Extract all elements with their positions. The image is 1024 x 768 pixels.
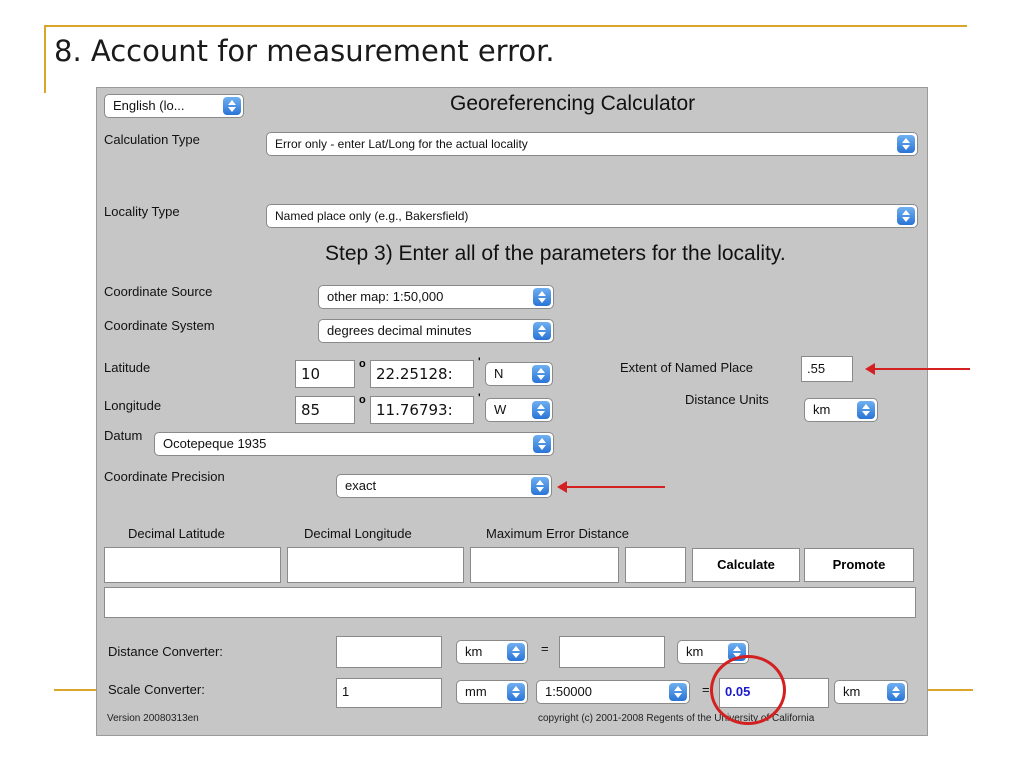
decimal-latitude-output[interactable] [104, 547, 281, 583]
slide-title: 8. Account for measurement error. [54, 34, 555, 68]
scale-ratio-select[interactable]: 1:50000 [536, 680, 690, 704]
app-title: Georeferencing Calculator [450, 92, 696, 115]
locality-type-select[interactable]: Named place only (e.g., Bakersfield) [266, 204, 918, 228]
coordinate-source-label: Coordinate Source [104, 284, 213, 299]
distance-converter-output[interactable] [559, 636, 665, 668]
scale-input-unit-select[interactable]: mm [456, 680, 528, 704]
coordinate-system-select[interactable]: degrees decimal minutes [318, 319, 554, 343]
scale-result-unit-select[interactable]: km [834, 680, 908, 704]
latitude-direction-select[interactable]: N [485, 362, 553, 386]
extent-label: Extent of Named Place [620, 360, 753, 375]
title-left-rule [44, 25, 46, 93]
red-arrow-precision [557, 481, 665, 493]
select-arrows-icon [507, 643, 525, 661]
select-arrows-icon [223, 97, 241, 115]
distance-units-label: Distance Units [685, 392, 769, 407]
select-arrows-icon [533, 435, 551, 453]
calculate-button[interactable]: Calculate [692, 548, 800, 582]
select-arrows-icon [532, 365, 550, 383]
step-heading: Step 3) Enter all of the parameters for … [325, 242, 786, 265]
select-arrows-icon [669, 683, 687, 701]
coordinate-precision-select[interactable]: exact [336, 474, 552, 498]
scale-converter-label: Scale Converter: [108, 682, 205, 697]
max-error-output[interactable] [470, 547, 619, 583]
distance-converter-input[interactable] [336, 636, 442, 668]
red-circle-scale-result [710, 655, 786, 725]
select-arrows-icon [897, 207, 915, 225]
bottom-rule-left [54, 689, 96, 691]
select-arrows-icon [507, 683, 525, 701]
version-text: Version 20080313en [107, 713, 199, 724]
equals-sign: = [702, 682, 710, 697]
longitude-label: Longitude [104, 398, 162, 413]
longitude-direction-select[interactable]: W [485, 398, 553, 422]
coordinate-source-select[interactable]: other map: 1:50,000 [318, 285, 554, 309]
select-arrows-icon [887, 683, 905, 701]
language-select[interactable]: English (lo... [104, 94, 244, 118]
select-arrows-icon [533, 322, 551, 340]
decimal-longitude-header: Decimal Longitude [304, 526, 412, 541]
datum-label: Datum [104, 428, 143, 443]
select-arrows-icon [857, 401, 875, 419]
bottom-rule-right [927, 689, 973, 691]
coordinate-precision-label: Coordinate Precision [104, 469, 225, 484]
scale-input[interactable]: 1 [336, 678, 442, 708]
top-rule [44, 25, 967, 27]
latitude-label: Latitude [104, 360, 151, 375]
locality-type-label: Locality Type [104, 204, 180, 219]
longitude-degrees-input[interactable]: 85 [295, 396, 355, 424]
promote-button[interactable]: Promote [804, 548, 914, 582]
message-field[interactable] [104, 587, 916, 618]
select-arrows-icon [532, 401, 550, 419]
distance-converter-label: Distance Converter: [108, 644, 223, 659]
extent-input[interactable]: .55 [801, 356, 853, 382]
coordinate-system-label: Coordinate System [104, 318, 215, 333]
max-error-header: Maximum Error Distance [486, 526, 630, 541]
select-arrows-icon [533, 288, 551, 306]
calculation-type-label: Calculation Type [104, 132, 200, 147]
red-arrow-extent [865, 363, 970, 375]
max-error-units-output[interactable] [625, 547, 686, 583]
minute-symbol: ' [478, 392, 481, 404]
calculation-type-select[interactable]: Error only - enter Lat/Long for the actu… [266, 132, 918, 156]
latitude-degrees-input[interactable]: 10 [295, 360, 355, 388]
select-arrows-icon [531, 477, 549, 495]
longitude-minutes-input[interactable]: 11.76793: [370, 396, 474, 424]
decimal-longitude-output[interactable] [287, 547, 464, 583]
datum-select[interactable]: Ocotepeque 1935 [154, 432, 554, 456]
equals-sign: = [541, 641, 549, 656]
degree-symbol: o [359, 394, 366, 406]
distance-units-select[interactable]: km [804, 398, 878, 422]
decimal-latitude-header: Decimal Latitude [128, 526, 225, 541]
degree-symbol: o [359, 358, 366, 370]
minute-symbol: ' [478, 356, 481, 368]
latitude-minutes-input[interactable]: 22.25128: [370, 360, 474, 388]
select-arrows-icon [897, 135, 915, 153]
distance-from-unit-select[interactable]: km [456, 640, 528, 664]
